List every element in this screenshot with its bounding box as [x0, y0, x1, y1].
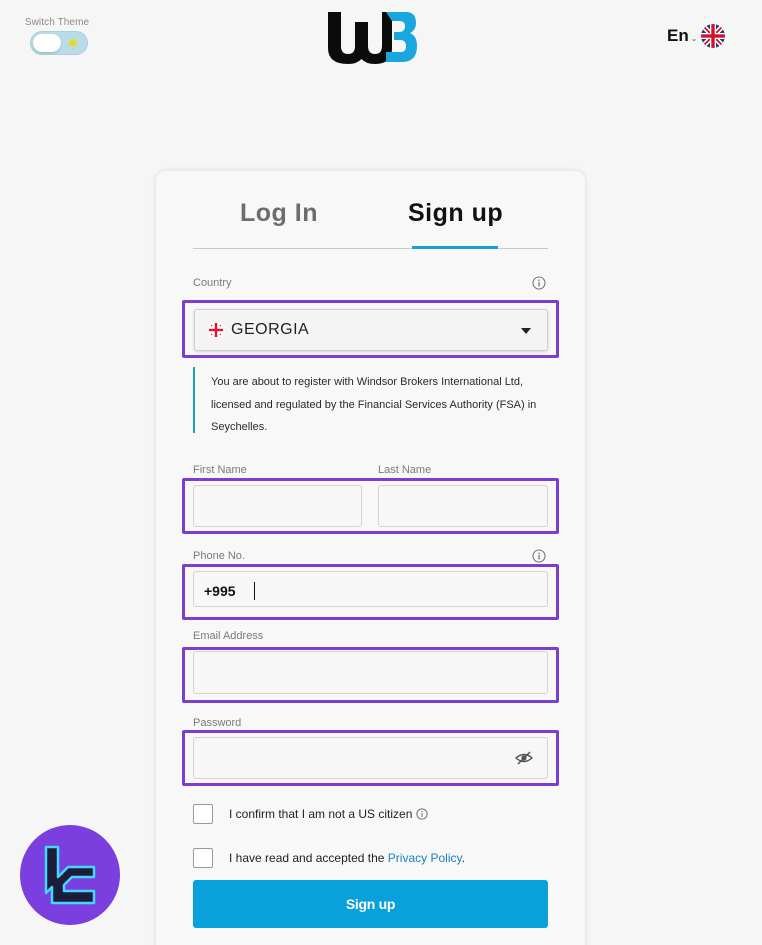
privacy-row: I have read and accepted the Privacy Pol…	[193, 848, 465, 868]
info-icon[interactable]	[532, 276, 546, 290]
first-name-label: First Name	[193, 464, 247, 476]
email-label: Email Address	[193, 630, 264, 642]
signup-button[interactable]: Sign up	[193, 880, 548, 928]
phone-label: Phone No.	[193, 550, 245, 562]
eye-off-icon[interactable]	[515, 750, 533, 766]
language-selector[interactable]: En ⌄	[667, 24, 726, 48]
privacy-policy-link[interactable]: Privacy Policy	[388, 851, 462, 865]
caret-down-icon	[521, 328, 531, 334]
chevron-down-icon: ⌄	[690, 33, 698, 43]
watermark-logo	[20, 825, 120, 925]
us-citizen-checkbox[interactable]	[193, 804, 213, 824]
us-citizen-row: I confirm that I am not a US citizen	[193, 804, 429, 824]
last-name-label: Last Name	[378, 464, 432, 476]
theme-toggle[interactable]	[30, 31, 88, 55]
auth-tabs: Log In Sign up	[193, 197, 548, 249]
email-field[interactable]	[193, 651, 548, 694]
privacy-text: I have read and accepted the Privacy Pol…	[229, 851, 465, 865]
sun-icon	[67, 37, 79, 49]
phone-field[interactable]: +995	[193, 571, 548, 607]
active-tab-indicator	[412, 246, 498, 249]
last-name-field[interactable]	[378, 485, 548, 527]
password-label: Password	[193, 717, 242, 729]
wb-logo[interactable]	[326, 8, 418, 66]
theme-switch: Switch Theme	[24, 17, 90, 55]
georgia-flag-icon	[209, 323, 223, 337]
country-label: Country	[193, 277, 232, 289]
uk-flag-icon	[701, 24, 726, 48]
text-cursor	[254, 582, 255, 600]
tab-login[interactable]: Log In	[240, 199, 318, 228]
theme-switch-label: Switch Theme	[24, 17, 90, 28]
info-icon[interactable]	[532, 549, 546, 563]
language-code: En	[667, 26, 689, 45]
us-citizen-text: I confirm that I am not a US citizen	[229, 807, 413, 821]
phone-country-code[interactable]: +995	[204, 583, 236, 599]
toggle-knob	[33, 34, 61, 52]
regulation-notice: You are about to register with Windsor B…	[193, 367, 547, 433]
privacy-suffix: .	[461, 851, 465, 865]
info-icon[interactable]	[416, 808, 429, 820]
first-name-field[interactable]	[193, 485, 362, 527]
privacy-prefix: I have read and accepted the	[229, 851, 388, 865]
tc-logo-icon	[44, 845, 96, 905]
tab-signup[interactable]: Sign up	[408, 199, 503, 228]
password-field[interactable]	[193, 737, 548, 779]
privacy-checkbox[interactable]	[193, 848, 213, 868]
country-select[interactable]: GEORGIA	[194, 309, 548, 351]
auth-card: Log In Sign up Country GEORGIA You are a…	[156, 171, 585, 945]
country-value: GEORGIA	[231, 321, 310, 338]
